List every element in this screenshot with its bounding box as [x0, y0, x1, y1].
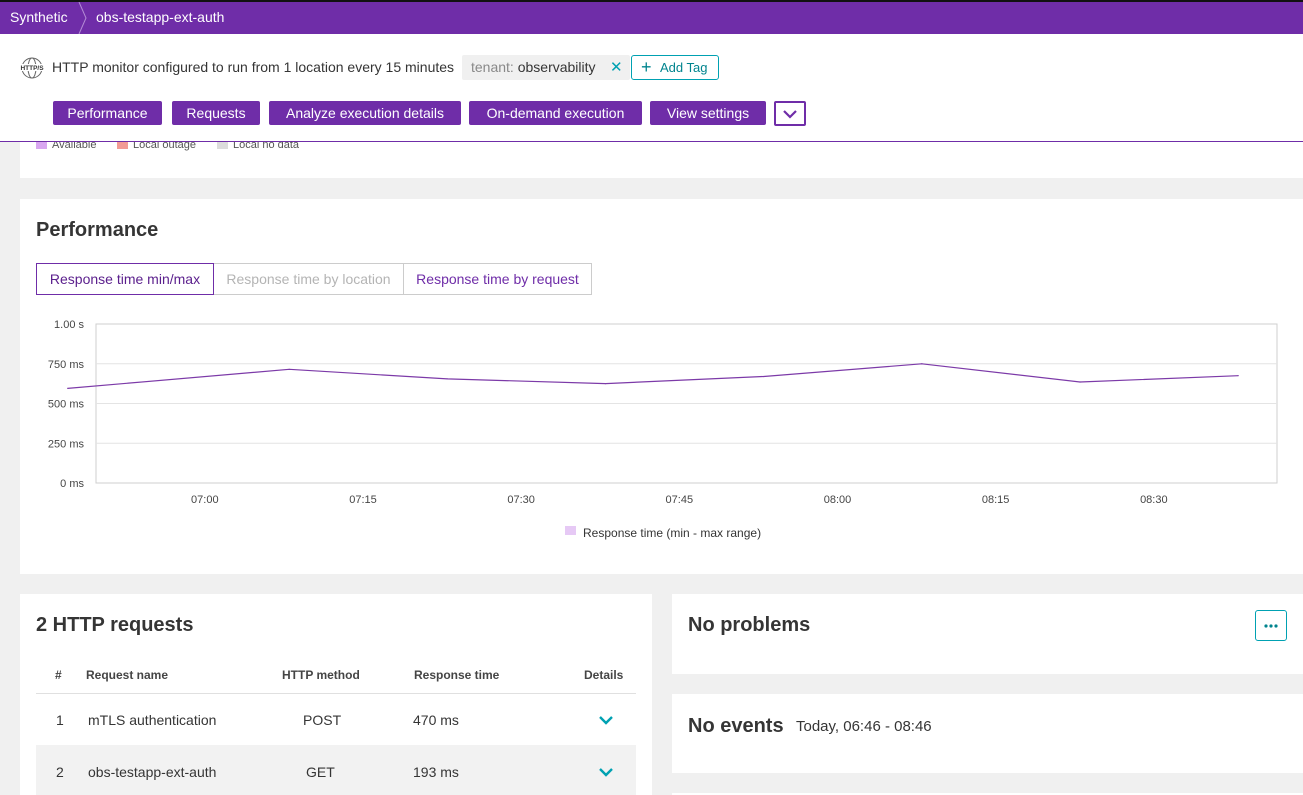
y-tick-label: 1.00 s [54, 319, 84, 331]
view-settings-button[interactable]: View settings [650, 101, 766, 125]
requests-button[interactable]: Requests [172, 101, 260, 125]
tab-response-time-min-max[interactable]: Response time min/max [36, 263, 214, 295]
data-point [604, 383, 607, 385]
legend-label-response-time: Response time (min - max range) [583, 526, 761, 540]
remove-tag-icon[interactable]: ✕ [610, 55, 623, 80]
expand-chevron-icon[interactable] [598, 715, 614, 725]
row-index: 2 [56, 764, 64, 780]
data-point [446, 378, 448, 380]
tab-response-time-by-request[interactable]: Response time by request [403, 263, 592, 295]
tab-response-time-by-location[interactable]: Response time by location [213, 263, 404, 295]
breadcrumb-separator-icon [78, 2, 87, 34]
row-method: POST [303, 712, 342, 728]
x-tick-label: 08:30 [1140, 494, 1168, 506]
response-time-chart: 0 ms 250 ms 500 ms 750 ms 1.00 s 07:00 07:15 07… [48, 319, 1278, 540]
data-point [763, 375, 765, 378]
performance-title: Performance [36, 219, 159, 241]
col-response-time[interactable]: Response time [414, 668, 499, 682]
x-tick-label: 08:15 [982, 494, 1010, 506]
performance-button[interactable]: Performance [53, 101, 162, 125]
row-request-name: mTLS authentication [88, 712, 217, 728]
x-tick-label: 07:30 [507, 494, 535, 506]
series-line [67, 363, 1239, 389]
top-breadcrumb-bar: Synthetic obs-testapp-ext-auth [0, 0, 1303, 34]
legend-swatch-response-time [565, 526, 576, 535]
row-response-time: 470 ms [413, 712, 459, 728]
x-tick-label: 08:00 [824, 494, 852, 506]
analyze-execution-details-button[interactable]: Analyze execution details [269, 101, 461, 125]
col-request-name[interactable]: Request name [86, 668, 168, 682]
plus-icon: + [641, 57, 652, 77]
more-actions-button[interactable] [774, 101, 806, 126]
col-details: Details [584, 668, 624, 682]
tag-chip-tenant[interactable]: tenant: observability ✕ [462, 55, 630, 80]
breadcrumb-current[interactable]: obs-testapp-ext-auth [96, 2, 224, 34]
row-request-name: obs-testapp-ext-auth [88, 764, 217, 780]
col-http-method[interactable]: HTTP method [282, 668, 360, 682]
row-response-time: 193 ms [413, 764, 459, 780]
monitor-description: HTTP monitor configured to run from 1 lo… [52, 59, 455, 75]
y-tick-label: 250 ms [48, 438, 85, 450]
monitor-header: HTTP/S HTTP monitor configured to run fr… [0, 34, 1303, 142]
x-tick-label: 07:00 [191, 494, 219, 506]
events-timeframe: Today, 06:46 - 08:46 [796, 718, 932, 735]
breadcrumb-synthetic[interactable]: Synthetic [10, 2, 68, 34]
chevron-down-icon [783, 110, 797, 119]
y-tick-label: 0 ms [60, 478, 84, 490]
row-method: GET [306, 764, 335, 780]
y-tick-label: 500 ms [48, 399, 85, 411]
events-title: No events [688, 715, 784, 737]
x-tick-label: 07:45 [666, 494, 694, 506]
row-index: 1 [56, 712, 64, 728]
col-index: # [55, 668, 62, 682]
svg-text:HTTP/S: HTTP/S [20, 65, 44, 72]
data-point [288, 368, 290, 370]
ellipsis-icon [1264, 624, 1278, 628]
data-point [1079, 381, 1081, 383]
data-point [67, 387, 69, 389]
http-s-globe-icon: HTTP/S [19, 57, 45, 79]
tag-key: tenant: [471, 59, 514, 75]
expand-chevron-icon[interactable] [598, 767, 614, 777]
problems-title: No problems [688, 614, 811, 636]
y-tick-label: 750 ms [48, 359, 85, 371]
add-tag-button[interactable]: + Add Tag [631, 55, 719, 80]
requests-title: 2 HTTP requests [36, 614, 194, 636]
on-demand-execution-button[interactable]: On-demand execution [469, 101, 642, 125]
tag-value: observability [517, 59, 596, 75]
more-options-button[interactable] [1255, 610, 1287, 641]
data-point [921, 363, 923, 365]
data-point [1237, 375, 1239, 377]
x-tick-label: 07:15 [349, 494, 377, 506]
